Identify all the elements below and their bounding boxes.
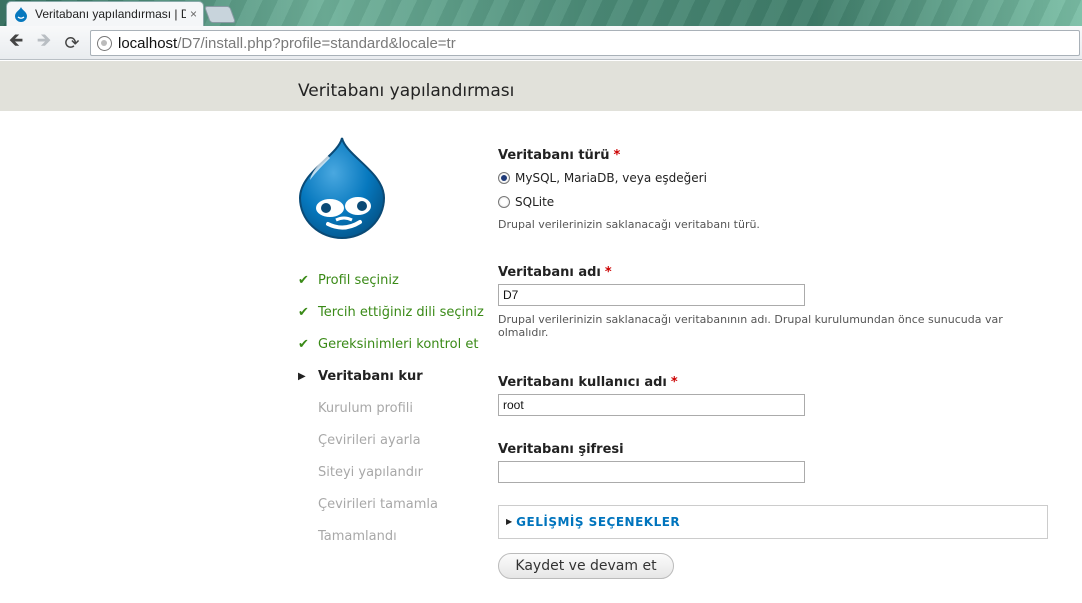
active-arrow-icon: ▶: [298, 370, 306, 382]
advanced-options-fieldset[interactable]: ▶ GELİŞMİŞ SEÇENEKLER: [498, 504, 1048, 539]
step-finish-translations: Çevirileri tamamla: [298, 488, 498, 520]
installer-steps: ✔ Profil seçiniz ✔ Tercih ettiğiniz dili…: [298, 264, 498, 552]
step-label: Siteyi yapılandır: [318, 464, 423, 480]
db-pass-group: Veritabanı şifresi: [498, 442, 1058, 483]
tab-title: Veritabanı yapılandırması | D: [35, 7, 186, 21]
step-label: Tercih ettiğiniz dili seçiniz: [318, 304, 484, 320]
step-finished: Tamamlandı: [298, 520, 498, 552]
radio-label: SQLite: [515, 195, 555, 209]
db-type-option-mysql[interactable]: MySQL, MariaDB, veya eşdeğeri: [498, 171, 1058, 185]
step-label: Gereksinimleri kontrol et: [318, 336, 479, 352]
db-name-input[interactable]: [498, 284, 805, 307]
step-setup-database: ▶ Veritabanı kur: [298, 360, 498, 392]
reload-icon[interactable]: ⟳: [61, 32, 83, 54]
db-user-input[interactable]: [498, 393, 805, 416]
step-choose-language: ✔ Tercih ettiğiniz dili seçiniz: [298, 296, 498, 328]
db-name-group: Veritabanı adı* Drupal verilerinizin sak…: [498, 265, 1058, 339]
back-arrow-icon[interactable]: 🡸: [5, 30, 27, 54]
db-pass-input[interactable]: [498, 460, 805, 483]
step-label: Veritabanı kur: [318, 368, 423, 384]
forward-arrow-icon[interactable]: 🡺: [33, 30, 55, 54]
url-host: localhost: [118, 34, 178, 52]
page-header: Veritabanı yapılandırması: [0, 61, 1082, 111]
page-info-icon[interactable]: [97, 35, 112, 51]
db-user-group: Veritabanı kullanıcı adı *: [498, 375, 1058, 416]
step-label: Çevirileri tamamla: [318, 496, 438, 512]
step-choose-profile: ✔ Profil seçiniz: [298, 264, 498, 296]
drupal-logo: [298, 137, 386, 239]
required-marker: *: [613, 148, 621, 163]
required-marker: *: [670, 374, 678, 390]
step-check-requirements: ✔ Gereksinimleri kontrol et: [298, 328, 498, 360]
step-label: Çevirileri ayarla: [318, 432, 421, 448]
radio-sqlite[interactable]: [498, 196, 510, 208]
required-marker: *: [604, 265, 612, 281]
db-name-label: Veritabanı adı *: [498, 265, 612, 281]
drupal-favicon-icon: [15, 7, 27, 22]
checkmark-icon: ✔: [298, 272, 309, 288]
save-and-continue-button[interactable]: Kaydet ve devam et: [498, 552, 674, 579]
step-label: Tamamlandı: [318, 528, 397, 544]
db-user-label: Veritabanı kullanıcı adı *: [498, 374, 678, 390]
advanced-options-link[interactable]: GELİŞMİŞ SEÇENEKLER: [516, 515, 680, 529]
collapsed-arrow-icon: ▶: [506, 517, 513, 527]
db-pass-label: Veritabanı şifresi: [498, 441, 624, 457]
address-bar[interactable]: localhost/D7/install.php?profile=standar…: [90, 30, 1080, 56]
db-name-description: Drupal verilerinizin saklanacağı veritab…: [498, 313, 1003, 340]
db-type-label: Veritabanı türü *: [498, 148, 621, 163]
tab-close-icon[interactable]: ×: [190, 7, 197, 21]
step-configure-site: Siteyi yapılandır: [298, 456, 498, 488]
radio-label: MySQL, MariaDB, veya eşdeğeri: [515, 171, 707, 185]
checkmark-icon: ✔: [298, 304, 309, 320]
step-install-profile: Kurulum profili: [298, 392, 498, 424]
db-type-group: Veritabanı türü * MySQL, MariaDB, veya eş…: [498, 148, 1058, 231]
database-config-form: Veritabanı türü * MySQL, MariaDB, veya eş…: [498, 148, 1058, 579]
step-label: Kurulum profili: [318, 400, 414, 416]
step-label: Profil seçiniz: [318, 272, 399, 288]
db-type-option-sqlite[interactable]: SQLite: [498, 195, 1058, 209]
db-type-description: Drupal verilerinizin saklanacağı veritab…: [498, 218, 760, 231]
radio-mysql[interactable]: [498, 172, 510, 184]
browser-tab[interactable]: Veritabanı yapılandırması | D ×: [6, 1, 204, 26]
step-set-up-translations: Çevirileri ayarla: [298, 424, 498, 456]
checkmark-icon: ✔: [298, 336, 309, 352]
page-title: Veritabanı yapılandırması: [298, 81, 515, 101]
url-path: /D7/install.php?profile=standard&locale=…: [177, 34, 456, 52]
browser-toolbar: 🡸 🡺 ⟳ localhost/D7/install.php?profile=s…: [0, 26, 1082, 60]
